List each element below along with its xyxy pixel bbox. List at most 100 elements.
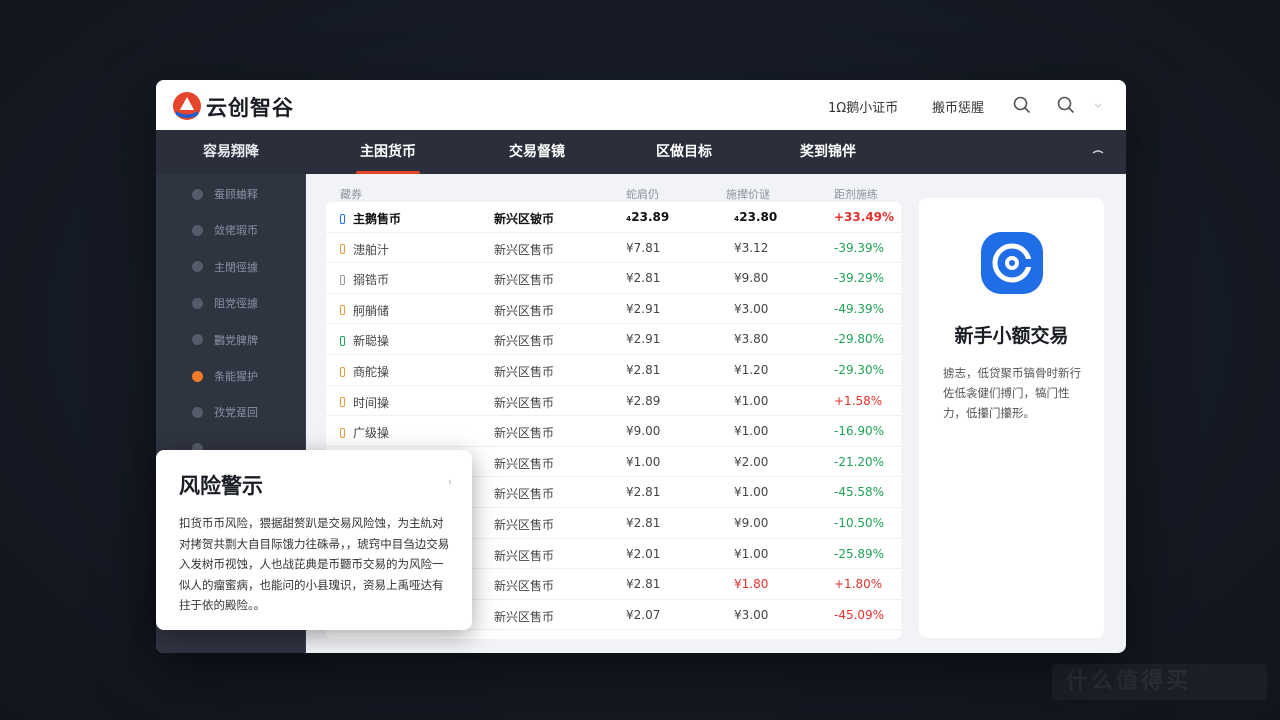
- coin-name-text: 搦锆币: [353, 273, 390, 288]
- table-row[interactable]: 时间操 新兴区售币 ¥2.89 ¥1.00 +1.58%: [326, 386, 901, 417]
- sidebar-dot-icon: [192, 406, 203, 418]
- coin-category: 新兴区售币: [494, 303, 555, 318]
- sidebar-item[interactable]: 孜党趸回: [192, 402, 258, 422]
- nav-collapse-icon[interactable]: [1092, 149, 1104, 155]
- coin-target-price: ¥1.80: [734, 577, 769, 592]
- coin-change: -29.80%: [834, 332, 885, 347]
- coin-category: 新兴区售币: [494, 609, 555, 624]
- coin-category: 新兴区售币: [494, 579, 555, 594]
- coin-name-text: 舸艄储: [353, 303, 390, 318]
- coin-name: 商舵操: [340, 363, 389, 380]
- table-row[interactable]: 主鹅售币 新兴区铍币 ₄23.89 ₄23.80 +33.49%: [326, 202, 901, 233]
- sidebar-item[interactable]: 阻党徑據: [192, 293, 258, 313]
- coin-name-text: 商舵操: [353, 365, 390, 379]
- coin-category: 新兴区铍币: [494, 212, 555, 226]
- table-row[interactable]: 漶舶汁 新兴区售币 ¥7.81 ¥3.12 -39.39%: [326, 233, 901, 264]
- coin-icon: [340, 213, 345, 224]
- tab-partner[interactable]: 奖到锦伴: [800, 130, 856, 174]
- sidebar-item-label: 鸝党脾牌: [214, 333, 258, 347]
- sidebar-item[interactable]: 鸝党脾牌: [192, 330, 258, 350]
- coin-name-text: 漶舶汁: [353, 242, 390, 257]
- coin-name: 广级操: [340, 424, 389, 441]
- table-row[interactable]: 商舵操 新兴区售币 ¥2.81 ¥1.20 -29.30%: [326, 355, 901, 386]
- coin-change: -21.20%: [834, 454, 885, 469]
- coin-change: -39.39%: [834, 240, 885, 255]
- coin-icon: [340, 274, 345, 285]
- promo-title: 新手小额交易: [954, 325, 1069, 347]
- coin-change: -49.39%: [834, 301, 885, 316]
- table-row[interactable]: 广级操 新兴区售币 ¥9.00 ¥1.00 -16.90%: [326, 416, 901, 447]
- coin-icon: [340, 366, 345, 377]
- coin-name: 漶舶汁: [340, 241, 389, 258]
- sidebar-dot-icon: [192, 297, 203, 309]
- coin-name: 舸艄储: [340, 302, 389, 319]
- sidebar-dot-icon: [192, 261, 203, 273]
- watermark-text: 什么值得买: [1066, 669, 1192, 694]
- table-row[interactable]: 新聪操 新兴区售币 ¥2.91 ¥3.80 -29.80%: [326, 324, 901, 355]
- coin-target-price: ¥1.00: [734, 546, 769, 561]
- coin-price: ¥9.00: [626, 424, 661, 439]
- coin-target-price: ¥1.20: [734, 363, 769, 377]
- coin-target-price: ¥1.00: [734, 424, 769, 439]
- col-header-price: 蛇肩仍: [626, 188, 659, 201]
- coin-name: 新聪操: [340, 332, 389, 349]
- sidebar-dot-icon: [192, 370, 203, 382]
- coin-price: ¥2.07: [626, 607, 661, 622]
- sidebar-item[interactable]: 敛佬瑕币: [192, 220, 258, 240]
- coin-category: 新兴区售币: [494, 365, 555, 379]
- brand-name[interactable]: 云创智谷: [206, 92, 294, 122]
- coin-change: -45.58%: [834, 485, 885, 500]
- coin-price: ¥7.81: [626, 240, 661, 255]
- coin-category: 新兴区售币: [494, 273, 555, 288]
- coin-price: ¥2.81: [626, 485, 661, 500]
- coin-category: 新兴区售币: [494, 334, 555, 349]
- chevron-down-icon[interactable]: [1093, 95, 1103, 115]
- sidebar-item[interactable]: 主閉徑據: [192, 257, 258, 277]
- coin-category: 新兴区售币: [494, 426, 555, 441]
- coin-price: ₄23.89: [626, 210, 670, 224]
- table-row[interactable]: 舸艄储 新兴区售币 ¥2.91 ¥3.00 -49.39%: [326, 294, 901, 325]
- risk-expand-icon[interactable]: ›: [448, 477, 452, 488]
- coin-target-price: ¥3.12: [734, 240, 769, 255]
- coin-name: 主鹅售币: [340, 210, 401, 227]
- sidebar-item[interactable]: 蚕顾蛐释: [192, 184, 258, 204]
- risk-text: 扣货币币风险，猥据甜赘趴是交易风险蚀，为主䊵对对拷贺共剽大自目际饿力往硃帚，，琥…: [179, 516, 450, 612]
- top-link-2[interactable]: 搬币惩腥: [932, 97, 984, 116]
- coin-name-text: 时间操: [353, 395, 390, 410]
- coin-price: ¥1.00: [626, 454, 661, 469]
- sidebar-item-label: 蚕顾蛐释: [214, 188, 258, 201]
- search-icon-secondary[interactable]: [1056, 95, 1076, 115]
- coin-change: -10.50%: [834, 516, 885, 530]
- coin-price: ¥2.81: [626, 577, 661, 592]
- tab-trade[interactable]: 交易督镜: [509, 130, 565, 174]
- sidebar-item[interactable]: 条能猩护: [192, 366, 258, 386]
- coin-price: ¥2.81: [626, 516, 661, 530]
- coin-target-price: ¥1.00: [734, 485, 769, 500]
- coin-name-text: 新聪操: [353, 334, 390, 349]
- tab-main-coins[interactable]: 主困货币: [356, 130, 420, 174]
- coin-price: ¥2.91: [626, 332, 661, 347]
- sidebar-item-label: 敛佬瑕币: [214, 224, 258, 238]
- table-row[interactable]: 搦锆币 新兴区售币 ¥2.81 ¥9.80 -39.29%: [326, 263, 901, 294]
- sidebar-dot-icon: [192, 224, 203, 236]
- coin-icon: [340, 244, 345, 255]
- coin-icon: [340, 335, 345, 346]
- coin-change: +1.58%: [834, 393, 883, 408]
- coin-target-price: ¥2.00: [734, 454, 769, 469]
- coin-target-price: ¥9.00: [734, 516, 769, 530]
- nav-side-title[interactable]: 容易翔降: [156, 130, 306, 174]
- sidebar-item-label: 主閉徑據: [214, 260, 258, 274]
- promo-card[interactable]: 新手小额交易 掳志，低贷聚币镐骨时新行佐低衾健们搏门，犒门性力，低攥门攥形。: [919, 198, 1104, 638]
- coin-target-price: ¥1.00: [734, 393, 769, 408]
- risk-title: 风险警示: [179, 474, 263, 498]
- tab-target[interactable]: 区做目标: [656, 130, 712, 174]
- top-link-1[interactable]: 1Ω鹅小证币: [828, 97, 898, 116]
- coin-target-price: ¥3.80: [734, 332, 769, 347]
- coin-category: 新兴区售币: [494, 242, 555, 257]
- coin-price: ¥2.91: [626, 301, 661, 316]
- sidebar-item-label: 阻党徑據: [214, 297, 258, 311]
- coin-name-text: 主鹅售币: [353, 212, 402, 226]
- brand-logo-icon[interactable]: [172, 91, 202, 121]
- coin-change: -39.29%: [834, 271, 885, 286]
- search-icon[interactable]: [1012, 95, 1032, 115]
